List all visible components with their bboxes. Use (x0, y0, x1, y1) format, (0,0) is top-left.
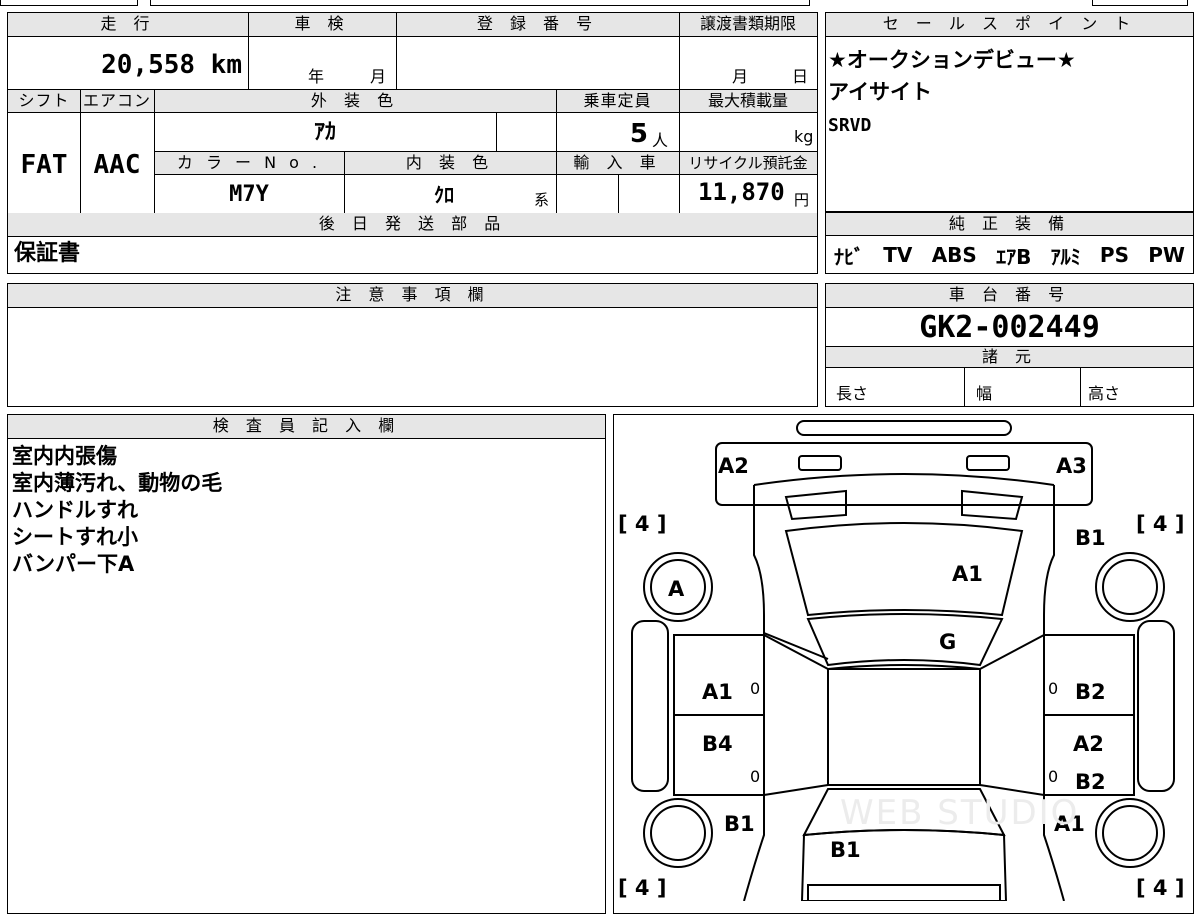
equipment-item-ps: PS (1099, 243, 1129, 267)
sales-points-panel: セ ー ル ス ポ イ ン ト ★オークションデビュー★ アイサイト SRVD (825, 12, 1194, 212)
registration-header: 登 録 番 号 (396, 13, 679, 37)
inspection-year-label: 年 (308, 67, 325, 86)
sales-points-header: セ ー ル ス ポ イ ン ト (826, 13, 1193, 37)
tire-mark-rear-left: [ 4 ] (618, 876, 667, 900)
damage-mark-a2: A2 (718, 454, 749, 478)
later-shipping-header: 後 日 発 送 部 品 (8, 213, 817, 237)
specs-header: 諸 元 (826, 346, 1193, 368)
aircon-value: AAC (93, 150, 141, 180)
damage-mark-zero: 0 (750, 767, 761, 786)
recycle-fee-header: リサイクル預託金 (679, 151, 817, 175)
spec-length: 長さ (836, 384, 869, 403)
car-diagram-panel: A2 A3 [ 4 ] [ 4 ] B1 A A1 G A1 0 0 B2 B4… (613, 414, 1194, 914)
recycle-fee-unit: 円 (794, 191, 810, 209)
top-strip (0, 0, 1200, 6)
inspector-line: 室内薄汚れ、動物の毛 (12, 471, 223, 495)
tire-mark-front-left: [ 4 ] (618, 512, 667, 536)
sales-point-line: SRVD (828, 115, 872, 136)
exterior-color-value: ｱｶ (313, 120, 336, 145)
chassis-panel: 車 台 番 号 GK2-002449 諸 元 長さ 幅 高さ (825, 283, 1194, 407)
damage-mark-b1-rear: B1 (830, 838, 861, 862)
inspection-header: 車 検 (248, 13, 396, 37)
damage-mark-b4-left-rear-door: B4 (702, 732, 733, 756)
damage-mark-b1-front-right: B1 (1075, 526, 1106, 550)
max-load-header: 最大積載量 (679, 89, 817, 113)
damage-mark-a3: A3 (1056, 454, 1087, 478)
inspector-header: 検 査 員 記 入 欄 (8, 415, 605, 439)
damage-mark-zero: 0 (1048, 767, 1059, 786)
damage-mark-b2-right-rear-door: B2 (1075, 770, 1106, 794)
aircon-header: エアコン (80, 89, 154, 113)
equipment-item-alloy: ｱﾙﾐ (1050, 244, 1081, 269)
exterior-color-header: 外 装 色 (154, 89, 556, 113)
transfer-day-label: 日 (792, 67, 809, 86)
transfer-deadline-header: 譲渡書類期限 (679, 13, 817, 37)
damage-mark-a1-hood: A1 (952, 562, 983, 586)
equipment-item-airbag: ｴｱB (996, 244, 1032, 269)
later-shipping-value: 保証書 (14, 241, 81, 266)
mileage-value: 20,558 km (101, 50, 242, 80)
tire-mark-front-right: [ 4 ] (1136, 512, 1185, 536)
equipment-item-tv: TV (883, 243, 913, 267)
damage-mark-b1-left-rear: B1 (724, 812, 755, 836)
damage-mark-a1-left-front-door: A1 (702, 680, 733, 704)
inspection-month-label: 月 (370, 67, 387, 86)
interior-color-header: 内 装 色 (344, 151, 556, 175)
inspector-line: 室内内張傷 (12, 444, 117, 468)
equipment-item-navi: ﾅﾋﾞ (834, 244, 864, 269)
color-no-value: M7Y (229, 182, 269, 207)
interior-color-value: ｸﾛ (434, 183, 454, 207)
chassis-header: 車 台 番 号 (826, 284, 1193, 308)
sales-point-line: ★オークションデビュー★ (828, 48, 1076, 72)
damage-mark-zero: 0 (1048, 679, 1059, 698)
equipment-item-abs: ABS (931, 243, 977, 267)
notes-panel: 注 意 事 項 欄 (7, 283, 818, 407)
equipment-header: 純 正 装 備 (826, 212, 1193, 236)
shift-header: シフト (8, 89, 80, 113)
inspector-line: ハンドルすれ (12, 498, 138, 522)
import-header: 輸 入 車 (556, 151, 679, 175)
recycle-fee-value: 11,870 (698, 178, 785, 206)
capacity-unit: 人 (652, 131, 669, 150)
max-load-unit: kg (794, 127, 814, 146)
capacity-value: 5 (629, 119, 648, 149)
interior-color-suffix: 系 (534, 191, 550, 209)
mileage-header: 走 行 (8, 13, 248, 37)
equipment-item-pw: PW (1148, 243, 1185, 267)
vehicle-info-table: 走 行 車 検 登 録 番 号 譲渡書類期限 20,558 km 年 月 月 日… (7, 12, 818, 274)
damage-mark-b2-right-front-door: B2 (1075, 680, 1106, 704)
watermark: WEB STUDIO (840, 793, 1080, 833)
tire-mark-rear-right: [ 4 ] (1136, 876, 1185, 900)
damage-mark-g-windshield: G (939, 630, 957, 654)
sales-point-line: アイサイト (828, 80, 932, 104)
transfer-month-label: 月 (732, 67, 749, 86)
inspector-line: バンパー下A (12, 552, 135, 576)
shift-value: FAT (20, 150, 68, 180)
damage-mark-a-front-left: A (668, 577, 685, 601)
equipment-panel: 純 正 装 備 ﾅﾋﾞ TV ABS ｴｱB ｱﾙﾐ PS PW (825, 212, 1194, 274)
spec-width: 幅 (976, 384, 993, 403)
capacity-header: 乗車定員 (556, 89, 679, 113)
inspector-panel: 検 査 員 記 入 欄 室内内張傷 室内薄汚れ、動物の毛 ハンドルすれ シートす… (7, 414, 606, 914)
chassis-value: GK2-002449 (919, 310, 1100, 345)
damage-mark-zero: 0 (750, 679, 761, 698)
inspector-line: シートすれ小 (12, 525, 138, 549)
spec-height: 高さ (1088, 384, 1121, 403)
notes-header: 注 意 事 項 欄 (8, 284, 817, 308)
damage-mark-a2-right-rear-door: A2 (1073, 732, 1104, 756)
color-no-header: カ ラ ー N o . (154, 151, 344, 175)
